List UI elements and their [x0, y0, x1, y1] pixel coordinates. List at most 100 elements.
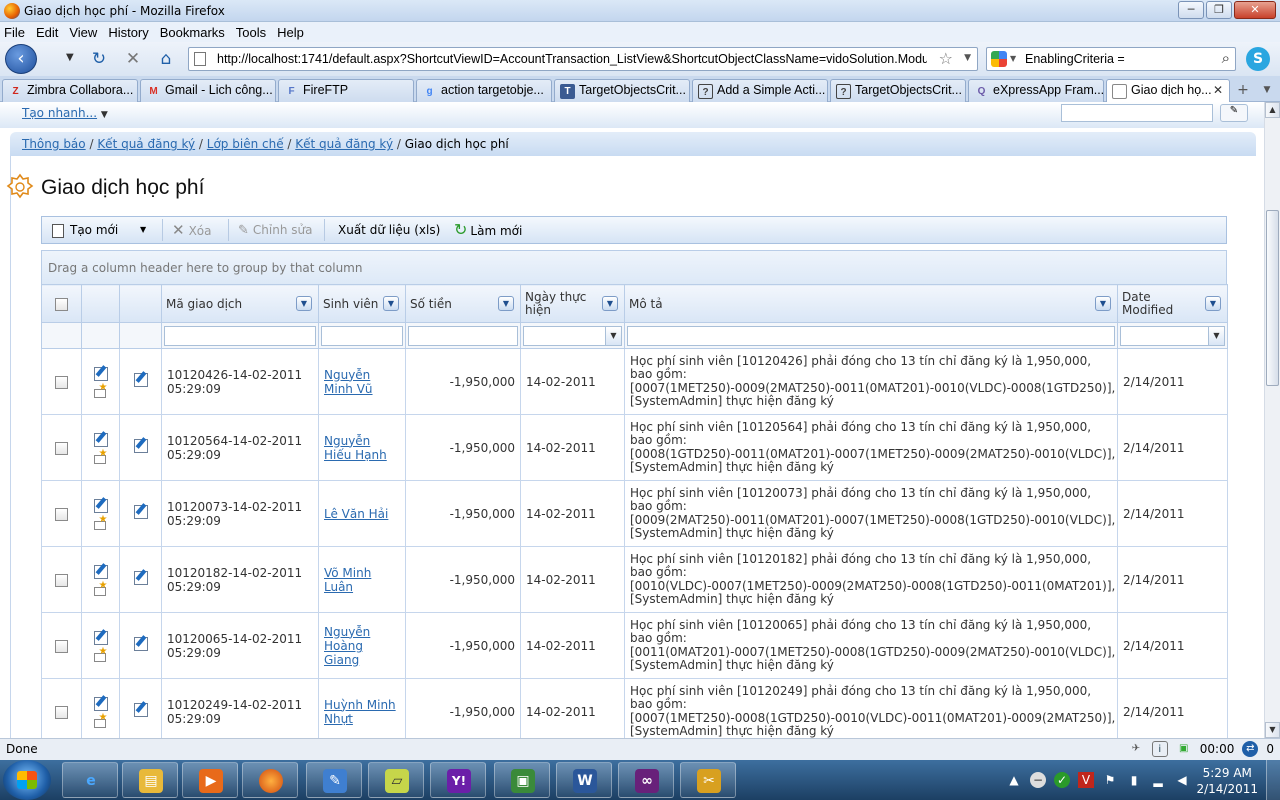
address-bar[interactable]: http://localhost:1741/default.aspx?Short… — [188, 47, 978, 71]
menu-edit[interactable]: Edit — [36, 25, 58, 40]
edit-row-icon[interactable] — [133, 703, 148, 717]
tab-gmail[interactable]: M Gmail - Lich công... — [140, 79, 276, 102]
menu-help[interactable]: Help — [277, 25, 304, 40]
taskbar-word[interactable]: W — [556, 762, 612, 798]
maximize-button[interactable]: ❐ — [1206, 1, 1232, 19]
url-dropdown-icon[interactable]: ▼ — [964, 53, 971, 63]
group-by-panel[interactable]: Drag a column header here to group by th… — [41, 250, 1227, 284]
clock[interactable]: 5:29 AM 2/14/2011 — [1196, 765, 1258, 797]
filter-date-input[interactable]: ▼ — [523, 325, 622, 346]
back-button[interactable]: ‹ — [5, 44, 37, 74]
new-item-icon[interactable] — [93, 514, 108, 530]
refresh-button[interactable]: ↻ Làm mới — [454, 217, 522, 243]
scroll-up-icon[interactable]: ▲ — [1265, 102, 1280, 118]
new-button[interactable]: Tạo mới — [52, 217, 118, 243]
tab-zimbra[interactable]: Z Zimbra Collabora... — [2, 79, 138, 102]
tab-fireftp[interactable]: F FireFTP — [278, 79, 414, 102]
breadcrumb-link[interactable]: Kết quả đăng ký — [295, 137, 393, 151]
table-row[interactable]: 10120564-14-02-2011 05:29:09 Nguyễn Hiếu… — [41, 414, 1228, 481]
column-header-description[interactable]: Mô tả ▼ — [624, 284, 1118, 323]
student-link[interactable]: Nguyễn Hoàng Giang — [324, 625, 370, 667]
skype-icon[interactable]: S — [1246, 47, 1270, 71]
new-tab-button[interactable]: + — [1232, 79, 1254, 101]
search-engine-dropdown-icon[interactable]: ▼ — [1010, 54, 1016, 63]
power-icon[interactable]: ▮ — [1126, 772, 1142, 788]
volume-icon[interactable]: ◀ — [1174, 772, 1190, 788]
taskbar-tool[interactable]: ✂ — [680, 762, 736, 798]
new-item-icon[interactable] — [93, 646, 108, 662]
menu-history[interactable]: History — [108, 25, 148, 40]
taskbar-media-player[interactable]: ▶ — [182, 762, 238, 798]
tab-targetobjects-2[interactable]: ? TargetObjectsCrit... — [830, 79, 966, 102]
column-filter-icon[interactable]: ▼ — [1205, 296, 1221, 311]
breadcrumb-link[interactable]: Thông báo — [22, 137, 86, 151]
taskbar-yahoo[interactable]: Y! — [430, 762, 486, 798]
filter-date-modified-input[interactable]: ▼ — [1120, 325, 1225, 346]
tab-google-search[interactable]: g action targetobje... — [416, 79, 552, 102]
taskbar-sticky-notes[interactable]: ▱ — [368, 762, 424, 798]
scroll-down-icon[interactable]: ▼ — [1265, 722, 1280, 738]
tab-giao-dich-hoc-phi[interactable]: Giao dịch họ... ✕ — [1106, 79, 1230, 103]
scrollbar-thumb[interactable] — [1266, 210, 1279, 386]
table-row[interactable]: 10120065-14-02-2011 05:29:09 Nguyễn Hoàn… — [41, 612, 1228, 679]
inline-edit-icon[interactable] — [93, 498, 108, 513]
student-link[interactable]: Huỳnh Minh Nhựt — [324, 698, 396, 726]
edit-row-icon[interactable] — [133, 373, 148, 387]
column-filter-icon[interactable]: ▼ — [1095, 296, 1111, 311]
column-filter-icon[interactable]: ▼ — [602, 296, 618, 311]
column-filter-icon[interactable]: ▼ — [383, 296, 399, 311]
edit-row-icon[interactable] — [133, 637, 148, 651]
edit-row-icon[interactable] — [133, 505, 148, 519]
tab-add-simple-action[interactable]: ? Add a Simple Acti... — [692, 79, 828, 102]
search-icon[interactable]: ⌕ — [1222, 49, 1230, 67]
search-bar[interactable]: ▼ EnablingCriteria = ⌕ — [986, 47, 1236, 71]
student-link[interactable]: Nguyễn Minh Vũ — [324, 368, 373, 396]
column-header-amount[interactable]: Số tiền ▼ — [405, 284, 521, 323]
column-header-date[interactable]: Ngày thực hiện ▼ — [520, 284, 625, 323]
vertical-scrollbar[interactable]: ▲ ▼ — [1264, 102, 1280, 738]
search-input[interactable]: EnablingCriteria = — [1025, 52, 1125, 66]
home-icon[interactable]: ⌂ — [155, 48, 177, 70]
inline-edit-icon[interactable] — [93, 696, 108, 711]
table-row[interactable]: 10120249-14-02-2011 05:29:09 Huỳnh Minh … — [41, 678, 1228, 738]
row-checkbox[interactable] — [55, 375, 68, 389]
edit-row-icon[interactable] — [133, 571, 148, 585]
minimize-button[interactable]: ─ — [1178, 1, 1204, 19]
tab-expressapp[interactable]: Q eXpressApp Fram... — [968, 79, 1104, 102]
inline-edit-icon[interactable] — [93, 432, 108, 447]
row-checkbox[interactable] — [55, 573, 68, 587]
edit-row-icon[interactable] — [133, 439, 148, 453]
close-window-button[interactable]: ✕ — [1234, 1, 1276, 19]
bookmark-star-icon[interactable]: ☆ — [939, 49, 953, 68]
new-item-icon[interactable] — [93, 382, 108, 398]
column-header-code[interactable]: Mã giao dịch ▼ — [161, 284, 319, 323]
select-all-checkbox[interactable] — [55, 297, 68, 311]
filter-code-input[interactable] — [164, 325, 316, 346]
column-header-student[interactable]: Sinh viên ▼ — [318, 284, 406, 323]
taskbar-visual-studio[interactable]: ∞ — [618, 762, 674, 798]
table-row[interactable]: 10120182-14-02-2011 05:29:09 Võ Minh Luâ… — [41, 546, 1228, 613]
start-button[interactable] — [3, 760, 51, 800]
network-icon[interactable]: ▂ — [1150, 772, 1166, 788]
student-link[interactable]: Lê Văn Hải — [324, 507, 388, 521]
new-item-icon[interactable] — [93, 712, 108, 728]
sync-icon[interactable]: ⇄ — [1242, 741, 1259, 757]
breadcrumb-link[interactable]: Kết quả đăng ký — [97, 137, 195, 151]
menu-tools[interactable]: Tools — [236, 25, 266, 40]
menu-bookmarks[interactable]: Bookmarks — [160, 25, 225, 40]
export-xls-button[interactable]: Xuất dữ liệu (xls) — [338, 217, 440, 243]
column-filter-icon[interactable]: ▼ — [498, 296, 514, 311]
row-checkbox[interactable] — [55, 507, 68, 521]
edit-button[interactable]: ✎ Chỉnh sửa — [238, 217, 312, 243]
antivirus-icon[interactable]: V — [1078, 772, 1094, 788]
close-tab-icon[interactable]: ✕ — [1213, 83, 1223, 97]
menu-view[interactable]: View — [69, 25, 97, 40]
monitor-icon[interactable]: ▣ — [1176, 741, 1192, 757]
addon-icon[interactable]: ✈ — [1128, 741, 1144, 757]
breadcrumb-link[interactable]: Lớp biên chế — [207, 137, 284, 151]
filter-description-input[interactable] — [627, 325, 1115, 346]
tab-list-button[interactable]: ▼ — [1258, 79, 1276, 101]
new-item-icon[interactable] — [93, 580, 108, 596]
column-filter-icon[interactable]: ▼ — [296, 296, 312, 311]
google-icon[interactable] — [991, 51, 1007, 67]
